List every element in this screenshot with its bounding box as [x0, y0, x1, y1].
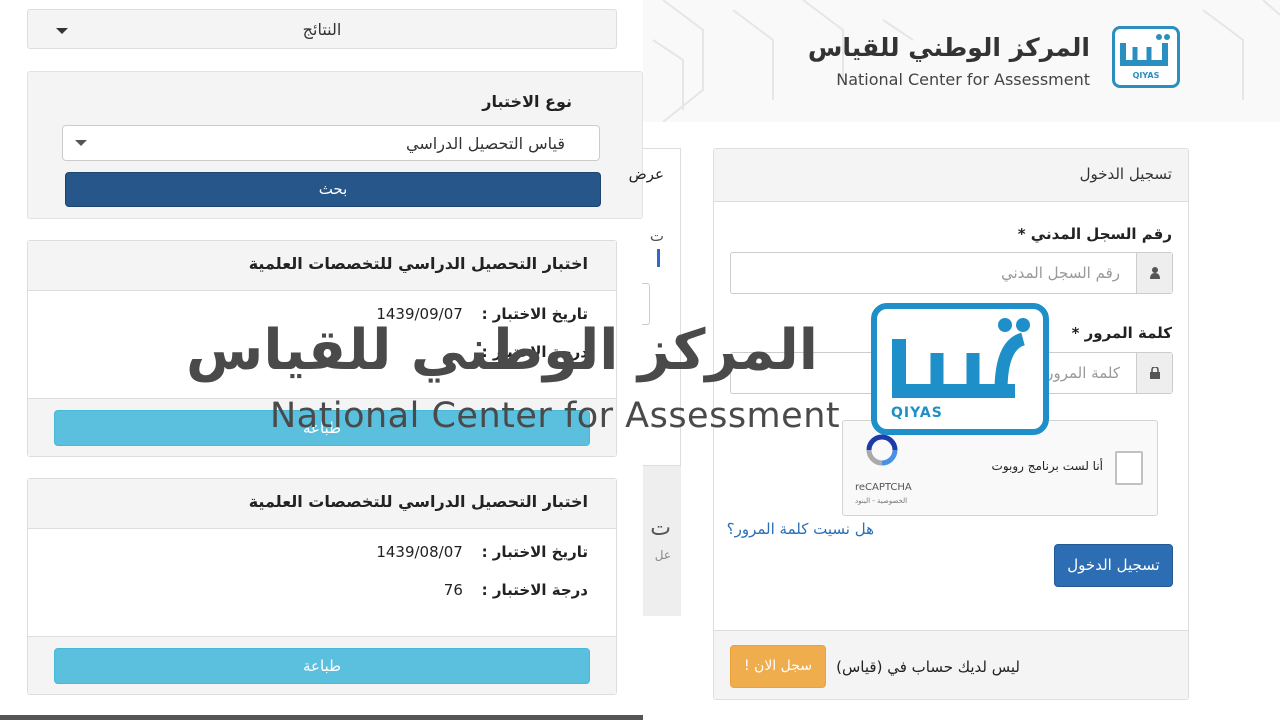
- test-type-selected: قياس التحصيل الدراسي: [406, 134, 565, 153]
- test-card-footer: طباعة: [28, 636, 616, 694]
- login-button[interactable]: تسجيل الدخول: [1054, 544, 1173, 587]
- brand-name-arabic: المركز الوطني للقياس: [807, 33, 1090, 62]
- recaptcha-text: أنا لست برنامج روبوت: [991, 459, 1103, 473]
- register-button[interactable]: سجل الان !: [730, 645, 826, 688]
- login-panel-footer: ليس لديك حساب في (قياس) سجل الان !: [714, 630, 1188, 699]
- national-id-placeholder: رقم السجل المدني: [1000, 264, 1120, 282]
- login-panel-header: تسجيل الدخول: [714, 149, 1188, 202]
- test-result-card: اختبار التحصيل الدراسي للتخصصات العلمية …: [27, 478, 617, 695]
- watermark-qiyas-logo: QIYAS: [871, 303, 1049, 435]
- test-card-title: اختبار التحصيل الدراسي للتخصصات العلمية: [248, 254, 588, 273]
- results-dropdown[interactable]: النتائج: [27, 9, 617, 49]
- middle-panel-subtext: عل: [654, 548, 671, 562]
- no-account-text: ليس لديك حساب في (قياس): [836, 658, 1020, 676]
- bottom-divider: [0, 715, 643, 720]
- national-id-field[interactable]: رقم السجل المدني: [730, 252, 1173, 294]
- test-date-label: تاريخ الاختبار :: [481, 543, 588, 561]
- watermark-english: National Center for Assessment: [270, 396, 841, 436]
- password-label: كلمة المرور *: [1071, 324, 1172, 342]
- test-card-title: اختبار التحصيل الدراسي للتخصصات العلمية: [248, 492, 588, 511]
- caret-down-icon: [56, 28, 68, 34]
- middle-panel-link: [657, 249, 660, 267]
- test-type-title: نوع الاختبار: [482, 92, 572, 111]
- test-score-row: درجة الاختبار : 76: [444, 581, 588, 599]
- test-card-header: اختبار التحصيل الدراسي للتخصصات العلمية: [28, 241, 616, 291]
- password-addon: [1136, 353, 1172, 393]
- middle-panel-heading: ت: [650, 516, 671, 541]
- test-type-panel: نوع الاختبار قياس التحصيل الدراسي بحث: [27, 71, 643, 219]
- test-score-value: 76: [443, 581, 463, 599]
- id-addon: [1136, 253, 1172, 293]
- test-date-row: تاريخ الاختبار : 1439/08/07: [376, 543, 588, 561]
- hidden-middle-panel: عرض ت ت عل: [629, 148, 683, 618]
- search-button[interactable]: بحث: [65, 172, 601, 207]
- test-type-select[interactable]: قياس التحصيل الدراسي: [62, 125, 600, 161]
- recaptcha-icon: [866, 434, 898, 466]
- test-score-label: درجة الاختبار :: [481, 581, 588, 599]
- middle-panel-text: ت: [649, 227, 664, 245]
- user-icon: [1150, 267, 1160, 279]
- brand-name-english: National Center for Assessment: [836, 70, 1090, 89]
- lock-icon: [1150, 367, 1160, 379]
- middle-panel-bottom: ت عل: [643, 466, 681, 616]
- password-placeholder: كلمة المرور: [1046, 364, 1120, 382]
- print-button[interactable]: طباعة: [54, 648, 590, 684]
- test-date-value: 1439/08/07: [376, 543, 463, 561]
- qiyas-logo-text: QIYAS: [1132, 71, 1160, 80]
- recaptcha-brand: reCAPTCHA: [855, 482, 912, 493]
- results-dropdown-label: النتائج: [302, 20, 342, 39]
- site-header: المركز الوطني للقياس National Center for…: [643, 0, 1280, 122]
- login-panel-title: تسجيل الدخول: [1079, 165, 1172, 183]
- test-card-header: اختبار التحصيل الدراسي للتخصصات العلمية: [28, 479, 616, 529]
- watermark-arabic: المركز الوطني للقياس: [186, 318, 818, 383]
- caret-down-icon: [75, 140, 87, 146]
- recaptcha-checkbox[interactable]: [1115, 451, 1143, 485]
- recaptcha-terms[interactable]: الخصوصية - البنود: [855, 497, 907, 505]
- qiyas-logo: QIYAS: [1112, 26, 1180, 88]
- id-label: رقم السجل المدني *: [1017, 225, 1172, 243]
- forgot-password-link[interactable]: هل نسيت كلمة المرور؟: [727, 520, 874, 538]
- watermark-logo-text: QIYAS: [891, 405, 943, 421]
- middle-panel-title: عرض: [628, 165, 664, 183]
